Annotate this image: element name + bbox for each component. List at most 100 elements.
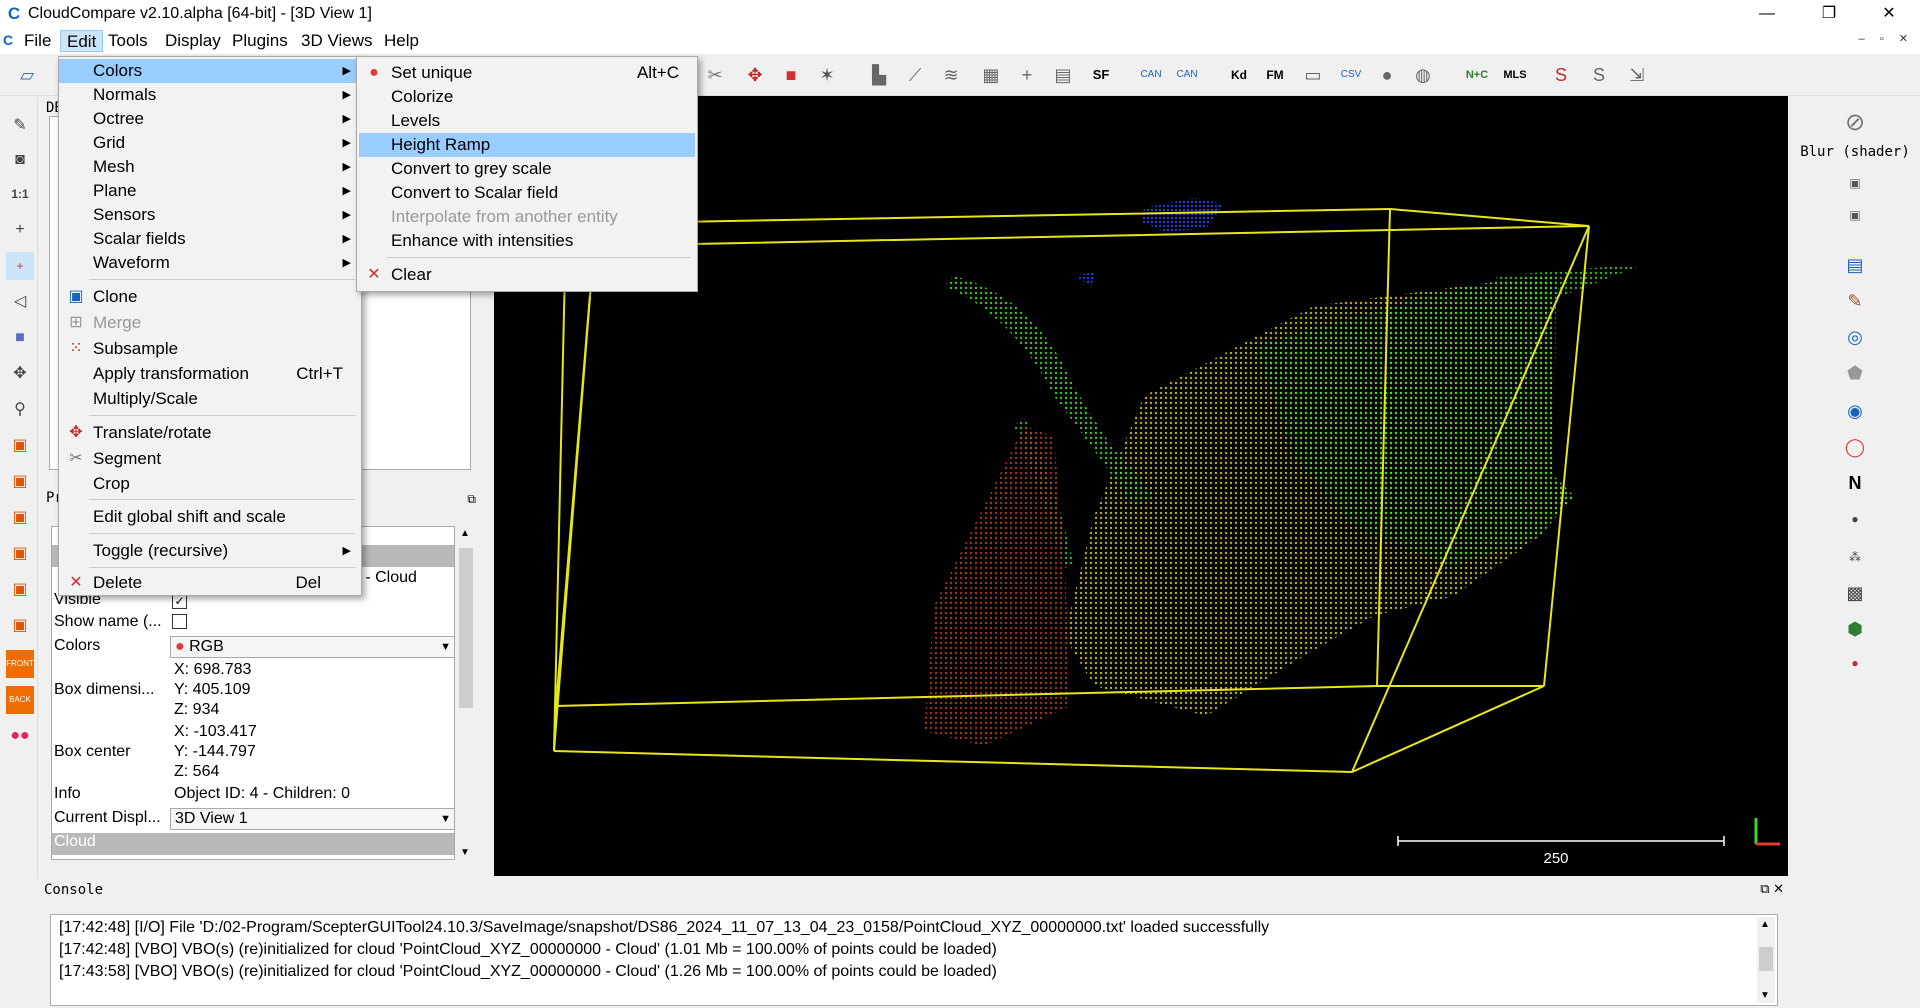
doc-icon[interactable]: ▭ — [1298, 60, 1328, 90]
view-left-icon[interactable]: ▣ — [6, 504, 34, 532]
glasses-icon[interactable]: ●● — [6, 722, 34, 750]
current-display-select[interactable]: 3D View 1 ▼ — [170, 808, 454, 830]
properties-scrollbar[interactable]: ▲ ▼ — [456, 526, 476, 860]
menu-item-levels[interactable]: Levels — [357, 109, 697, 133]
brush-icon[interactable]: ✎ — [1840, 286, 1870, 316]
menu-item-delete[interactable]: ✕ Delete Del — [59, 571, 361, 595]
menu-item-translate-rotate[interactable]: ✥ Translate/rotate — [59, 421, 361, 445]
scroll-up-icon[interactable]: ▲ — [1760, 919, 1770, 930]
one-to-one-icon[interactable]: 1:1 — [6, 180, 34, 208]
no-shader-icon[interactable]: ⊘ — [1840, 108, 1870, 138]
clapper-icon[interactable]: ▤ — [1840, 250, 1870, 280]
mdi-window-controls[interactable]: – ▫ ✕ — [1859, 32, 1914, 45]
ellipse-icon[interactable]: ◯ — [1840, 432, 1870, 462]
menu-item-colors[interactable]: Colors ▶ — [59, 59, 361, 83]
menu-display[interactable]: Display — [159, 30, 227, 52]
menu-3d-views[interactable]: 3D Views — [295, 30, 379, 52]
menu-item-segment[interactable]: ✂ Segment — [59, 447, 361, 471]
menu-item-clear[interactable]: ✕ Clear — [357, 263, 697, 287]
scroll-up-icon[interactable]: ▲ — [460, 528, 470, 539]
n-c-icon[interactable]: N+C — [1462, 60, 1492, 90]
canupo-create-icon[interactable]: CAN — [1136, 60, 1166, 90]
m3c2-icon[interactable]: ⁂ — [1840, 542, 1870, 572]
menu-item-edit-global-shift[interactable]: Edit global shift and scale — [59, 505, 361, 529]
menu-item-waveform[interactable]: Waveform ▶ — [59, 251, 361, 275]
menu-edit[interactable]: Edit — [60, 30, 104, 52]
globe-icon[interactable]: ◍ — [1408, 60, 1438, 90]
s-curve-icon[interactable]: S — [1546, 60, 1576, 90]
ssao-icon[interactable]: ▣ — [1840, 200, 1870, 230]
back-view-icon[interactable]: BACK — [6, 686, 34, 714]
green-ball-icon[interactable]: ⬢ — [1840, 614, 1870, 644]
menu-item-grey-scale[interactable]: Convert to grey scale — [357, 157, 697, 181]
table-icon[interactable]: ▦ — [976, 60, 1006, 90]
show-name-checkbox[interactable] — [172, 614, 187, 634]
csv-icon[interactable]: CSV — [1336, 60, 1366, 90]
console-log[interactable]: [17:42:48] [I/O] File 'D:/02-Program/Sce… — [50, 914, 1778, 1006]
rgb-plugin-icon[interactable]: ● — [1840, 648, 1870, 678]
menu-tools[interactable]: Tools — [102, 30, 154, 52]
picking-icon[interactable]: ✶ — [812, 60, 842, 90]
menu-item-height-ramp[interactable]: Height Ramp — [359, 133, 695, 157]
maximize-button[interactable]: ❐ — [1806, 0, 1852, 28]
view-top-icon[interactable]: ▣ — [6, 432, 34, 460]
menu-item-enhance[interactable]: Enhance with intensities — [357, 229, 697, 253]
segment-icon[interactable]: ✂ — [700, 60, 730, 90]
graph-icon[interactable]: ⟋ — [900, 60, 930, 90]
view-front-icon[interactable]: ▣ — [6, 468, 34, 496]
menu-item-clone[interactable]: ▣ Clone — [59, 285, 361, 309]
canupo-classify-icon[interactable]: CAN — [1172, 60, 1202, 90]
menu-help[interactable]: Help — [378, 30, 425, 52]
scroll-down-icon[interactable]: ▼ — [1760, 990, 1770, 1001]
view-back-icon[interactable]: ▣ — [6, 540, 34, 568]
close-button[interactable]: ✕ — [1866, 0, 1912, 28]
scrollbar-thumb[interactable] — [459, 548, 473, 708]
menu-plugins[interactable]: Plugins — [226, 30, 294, 52]
compass-icon[interactable]: ◎ — [1840, 322, 1870, 352]
stat-icon[interactable]: ≋ — [936, 60, 966, 90]
menu-item-normals[interactable]: Normals ▶ — [59, 83, 361, 107]
float-panel-button[interactable]: ⧉ — [467, 492, 476, 507]
sf-plugin-icon[interactable]: ◉ — [1840, 396, 1870, 426]
minimize-button[interactable]: — — [1744, 0, 1790, 28]
kd-icon[interactable]: Kd — [1224, 60, 1254, 90]
fm-icon[interactable]: FM — [1260, 60, 1290, 90]
camera-icon[interactable]: ◙ — [6, 146, 34, 174]
cube-icon[interactable]: ■ — [6, 324, 34, 352]
mls-icon[interactable]: MLS — [1500, 60, 1530, 90]
s-dots-icon[interactable]: S — [1584, 60, 1614, 90]
scroll-down-icon[interactable]: ▼ — [460, 847, 470, 858]
pcv-icon[interactable]: ▩ — [1840, 578, 1870, 608]
calc-icon[interactable]: ▤ — [1048, 60, 1078, 90]
colors-select[interactable]: ● RGB ▼ — [170, 636, 454, 658]
move-icon[interactable]: ✥ — [6, 360, 34, 388]
crosshair-icon[interactable]: + — [6, 216, 34, 244]
menu-item-to-scalar-field[interactable]: Convert to Scalar field — [357, 181, 697, 205]
menu-item-octree[interactable]: Octree ▶ — [59, 107, 361, 131]
menu-item-colorize[interactable]: Colorize — [357, 85, 697, 109]
menu-item-toggle-recursive[interactable]: Toggle (recursive) ▶ — [59, 539, 361, 563]
sphere-icon[interactable]: ● — [1372, 60, 1402, 90]
pencil-icon[interactable]: ✎ — [6, 112, 34, 140]
menu-item-merge[interactable]: ⊞ Merge — [59, 311, 361, 335]
console-dock-controls[interactable]: ⧉ ✕ — [1760, 881, 1784, 897]
menu-item-set-unique[interactable]: ● Set unique Alt+C — [357, 61, 697, 85]
crop-icon[interactable]: ■ — [776, 60, 806, 90]
menu-item-subsample[interactable]: ⁙ Subsample — [59, 337, 361, 361]
menu-item-multiply-scale[interactable]: Multiply/Scale — [59, 387, 361, 411]
scrollbar-thumb[interactable] — [1759, 947, 1773, 971]
menu-item-grid[interactable]: Grid ▶ — [59, 131, 361, 155]
menu-item-sensors[interactable]: Sensors ▶ — [59, 203, 361, 227]
menu-item-interpolate[interactable]: Interpolate from another entity — [357, 205, 697, 229]
view-bottom-icon[interactable]: ▣ — [6, 612, 34, 640]
normal-n-icon[interactable]: N — [1840, 468, 1870, 498]
col-icon[interactable]: ▣ — [1840, 168, 1870, 198]
shield-icon[interactable]: ⬟ — [1840, 358, 1870, 388]
zoom-icon[interactable]: ⚲ — [6, 396, 34, 424]
menu-item-scalar-fields[interactable]: Scalar fields ▶ — [59, 227, 361, 251]
histogram-icon[interactable]: ▙ — [864, 60, 894, 90]
perspective-icon[interactable]: ◁ — [6, 288, 34, 316]
menu-item-crop[interactable]: Crop — [59, 472, 361, 496]
sf-icon[interactable]: SF — [1086, 60, 1116, 90]
export-icon[interactable]: ⇲ — [1622, 60, 1652, 90]
